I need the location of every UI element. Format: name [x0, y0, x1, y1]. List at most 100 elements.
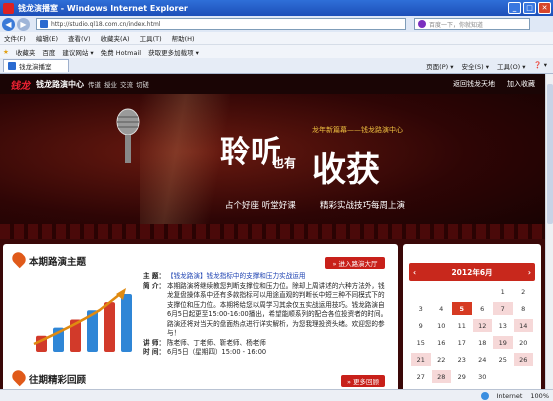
calendar-day[interactable]: 14 — [513, 319, 533, 332]
maximize-button[interactable]: □ — [523, 2, 536, 14]
intro-label: 简 介： — [143, 281, 166, 290]
menu-favorites[interactable]: 收藏夹(A) — [101, 33, 130, 43]
address-bar[interactable]: http://studio.ql18.com.cn/index.html — [36, 18, 406, 30]
search-provider-icon — [418, 20, 426, 28]
next-month-button[interactable]: › — [528, 268, 531, 277]
calendar-day[interactable]: 28 — [431, 370, 451, 383]
menu-bar: 文件(F) 编辑(E) 查看(V) 收藏夹(A) 工具(T) 帮助(H) — [0, 32, 553, 44]
tab-bar: 钱龙演播室 页面(P) ▾ 安全(S) ▾ 工具(O) ▾ ❓ ▾ — [0, 58, 553, 74]
fav-get-addons[interactable]: 获取更多加载项 ▾ — [148, 47, 199, 57]
menu-view[interactable]: 查看(V) — [68, 33, 91, 43]
pin-icon — [9, 249, 29, 269]
site-tagline: 传道 授业 交流 切磋 — [88, 79, 149, 89]
site-header: 钱龙 钱龙路演中心 传道 授业 交流 切磋 返回钱龙天地 加入收藏 — [0, 74, 545, 94]
banner-subtitle: 龙年新篇幕——钱龙路演中心 — [312, 126, 403, 134]
calendar-day[interactable]: 12 — [472, 319, 492, 332]
tab-page-icon — [8, 62, 16, 70]
scroll-thumb[interactable] — [547, 84, 553, 224]
calendar-day[interactable]: 8 — [514, 302, 534, 315]
back-to-qianlong-link[interactable]: 返回钱龙天地 — [453, 79, 495, 89]
menu-edit[interactable]: 编辑(E) — [36, 33, 58, 43]
calendar-day[interactable]: 16 — [432, 336, 452, 349]
tools-menu[interactable]: 工具(O) ▾ — [497, 61, 526, 71]
close-button[interactable]: ✕ — [538, 2, 551, 14]
page-menu[interactable]: 页面(P) ▾ — [426, 61, 453, 71]
calendar-day[interactable]: 24 — [473, 353, 493, 366]
calendar-day[interactable]: 5 — [452, 302, 472, 315]
menu-file[interactable]: 文件(F) — [4, 33, 26, 43]
past-highlights-title: 往期精彩回顾 — [29, 375, 87, 386]
back-button[interactable]: ◀ — [2, 17, 15, 31]
tagline-item: 传道 — [88, 81, 101, 89]
calendar-day[interactable]: 30 — [473, 370, 493, 383]
calendar-day[interactable]: 26 — [513, 353, 533, 366]
ie-icon — [3, 2, 14, 14]
banner-slogan-left: 占个好座 听堂好课 — [225, 201, 296, 211]
illustration-bar — [121, 294, 132, 352]
calendar-blank — [411, 285, 431, 298]
calendar-day[interactable]: 17 — [452, 336, 472, 349]
site-logo[interactable]: 钱龙 — [10, 77, 30, 92]
hero-banner: 龙年新篇幕——钱龙路演中心 聆听 也有 收获 占个好座 听堂好课 精彩实战技巧每… — [0, 94, 545, 239]
safety-menu[interactable]: 安全(S) ▾ — [462, 61, 490, 71]
menu-help[interactable]: 帮助(H) — [172, 33, 195, 43]
tab-label: 钱龙演播室 — [19, 63, 52, 71]
prev-month-button[interactable]: ‹ — [413, 268, 416, 277]
search-box[interactable]: 百度一下，你就知道 — [414, 18, 530, 30]
vertical-scrollbar[interactable] — [545, 74, 553, 389]
page-icon — [40, 20, 48, 28]
forward-button[interactable]: ▶ — [17, 17, 30, 31]
calendar-day[interactable]: 25 — [493, 353, 513, 366]
intro-text: 本期路演将继续教您判断支撑位和压力位。除却上周讲述的六种方法外，钱龙复盘操体系中… — [167, 281, 388, 338]
site-brand: 钱龙路演中心 — [36, 79, 84, 89]
menu-tools[interactable]: 工具(T) — [140, 33, 162, 43]
add-favorite-link[interactable]: 加入收藏 — [507, 79, 535, 89]
theater-seats — [0, 224, 545, 239]
calendar-day[interactable]: 13 — [493, 319, 513, 332]
help-menu[interactable]: ❓ ▾ — [534, 61, 547, 71]
calendar-day[interactable]: 3 — [411, 302, 431, 315]
calendar-day[interactable]: 18 — [473, 336, 493, 349]
calendar-day[interactable]: 27 — [411, 370, 431, 383]
enter-hall-button[interactable]: » 进入路演大厅 — [325, 257, 385, 269]
window-controls: _ □ ✕ — [508, 2, 551, 14]
teacher-names: 陈老师、丁老师、靳老师、杨老师 — [167, 338, 266, 347]
more-reviews-button[interactable]: » 更多回顾 — [341, 375, 385, 387]
illustration-bar — [104, 302, 115, 352]
tab-studio[interactable]: 钱龙演播室 — [3, 59, 69, 72]
calendar-day[interactable]: 7 — [493, 302, 513, 315]
calendar-day[interactable]: 21 — [411, 353, 431, 366]
topic-link[interactable]: 【钱龙路演】钱龙指标中的支撑和压力实战运用 — [167, 272, 388, 282]
page-content: 钱龙 钱龙路演中心 传道 授业 交流 切磋 返回钱龙天地 加入收藏 龙年新篇幕—… — [0, 74, 545, 389]
tagline-item: 授业 — [104, 81, 117, 89]
current-topic-panel: 本期路演主题 » 进入路演大厅 主 题： 【钱龙路演】钱龙指标中的支撑和压力实战运… — [3, 244, 398, 389]
calendar-day[interactable]: 15 — [411, 336, 431, 349]
calendar-day[interactable]: 1 — [493, 285, 513, 298]
fav-baidu[interactable]: 百度 — [42, 47, 55, 57]
calendar-day[interactable]: 6 — [473, 302, 493, 315]
calendar-day[interactable]: 19 — [493, 336, 513, 349]
zoom-level[interactable]: 100% — [530, 392, 549, 400]
window-titlebar: 钱龙演播室 - Windows Internet Explorer _ □ ✕ — [0, 0, 553, 16]
calendar-day[interactable]: 10 — [432, 319, 452, 332]
calendar-day[interactable]: 22 — [432, 353, 452, 366]
calendar-blank — [432, 285, 452, 298]
header-links: 返回钱龙天地 加入收藏 — [453, 79, 545, 89]
calendar-day[interactable]: 29 — [452, 370, 472, 383]
calendar-day[interactable]: 9 — [411, 319, 431, 332]
calendar-day[interactable]: 4 — [432, 302, 452, 315]
time-label: 时 间： — [143, 348, 166, 356]
minimize-button[interactable]: _ — [508, 2, 521, 14]
calendar-day[interactable]: 2 — [514, 285, 534, 298]
favorites-button[interactable]: 收藏夹 — [16, 47, 36, 57]
calendar-day[interactable]: 23 — [452, 353, 472, 366]
status-bar: Internet 100% — [0, 389, 553, 401]
fav-suggested-sites[interactable]: 建议网站 ▾ — [62, 47, 93, 57]
time-value: 6月5日（星期四）15:00 - 16:00 — [167, 348, 267, 356]
growth-chart-illustration — [33, 288, 132, 352]
calendar-day[interactable]: 20 — [514, 336, 534, 349]
calendar-day[interactable]: 11 — [452, 319, 472, 332]
command-bar: 页面(P) ▾ 安全(S) ▾ 工具(O) ▾ ❓ ▾ — [426, 61, 553, 71]
calendar-blank — [452, 285, 472, 298]
fav-hotmail[interactable]: 免费 Hotmail — [101, 47, 141, 57]
